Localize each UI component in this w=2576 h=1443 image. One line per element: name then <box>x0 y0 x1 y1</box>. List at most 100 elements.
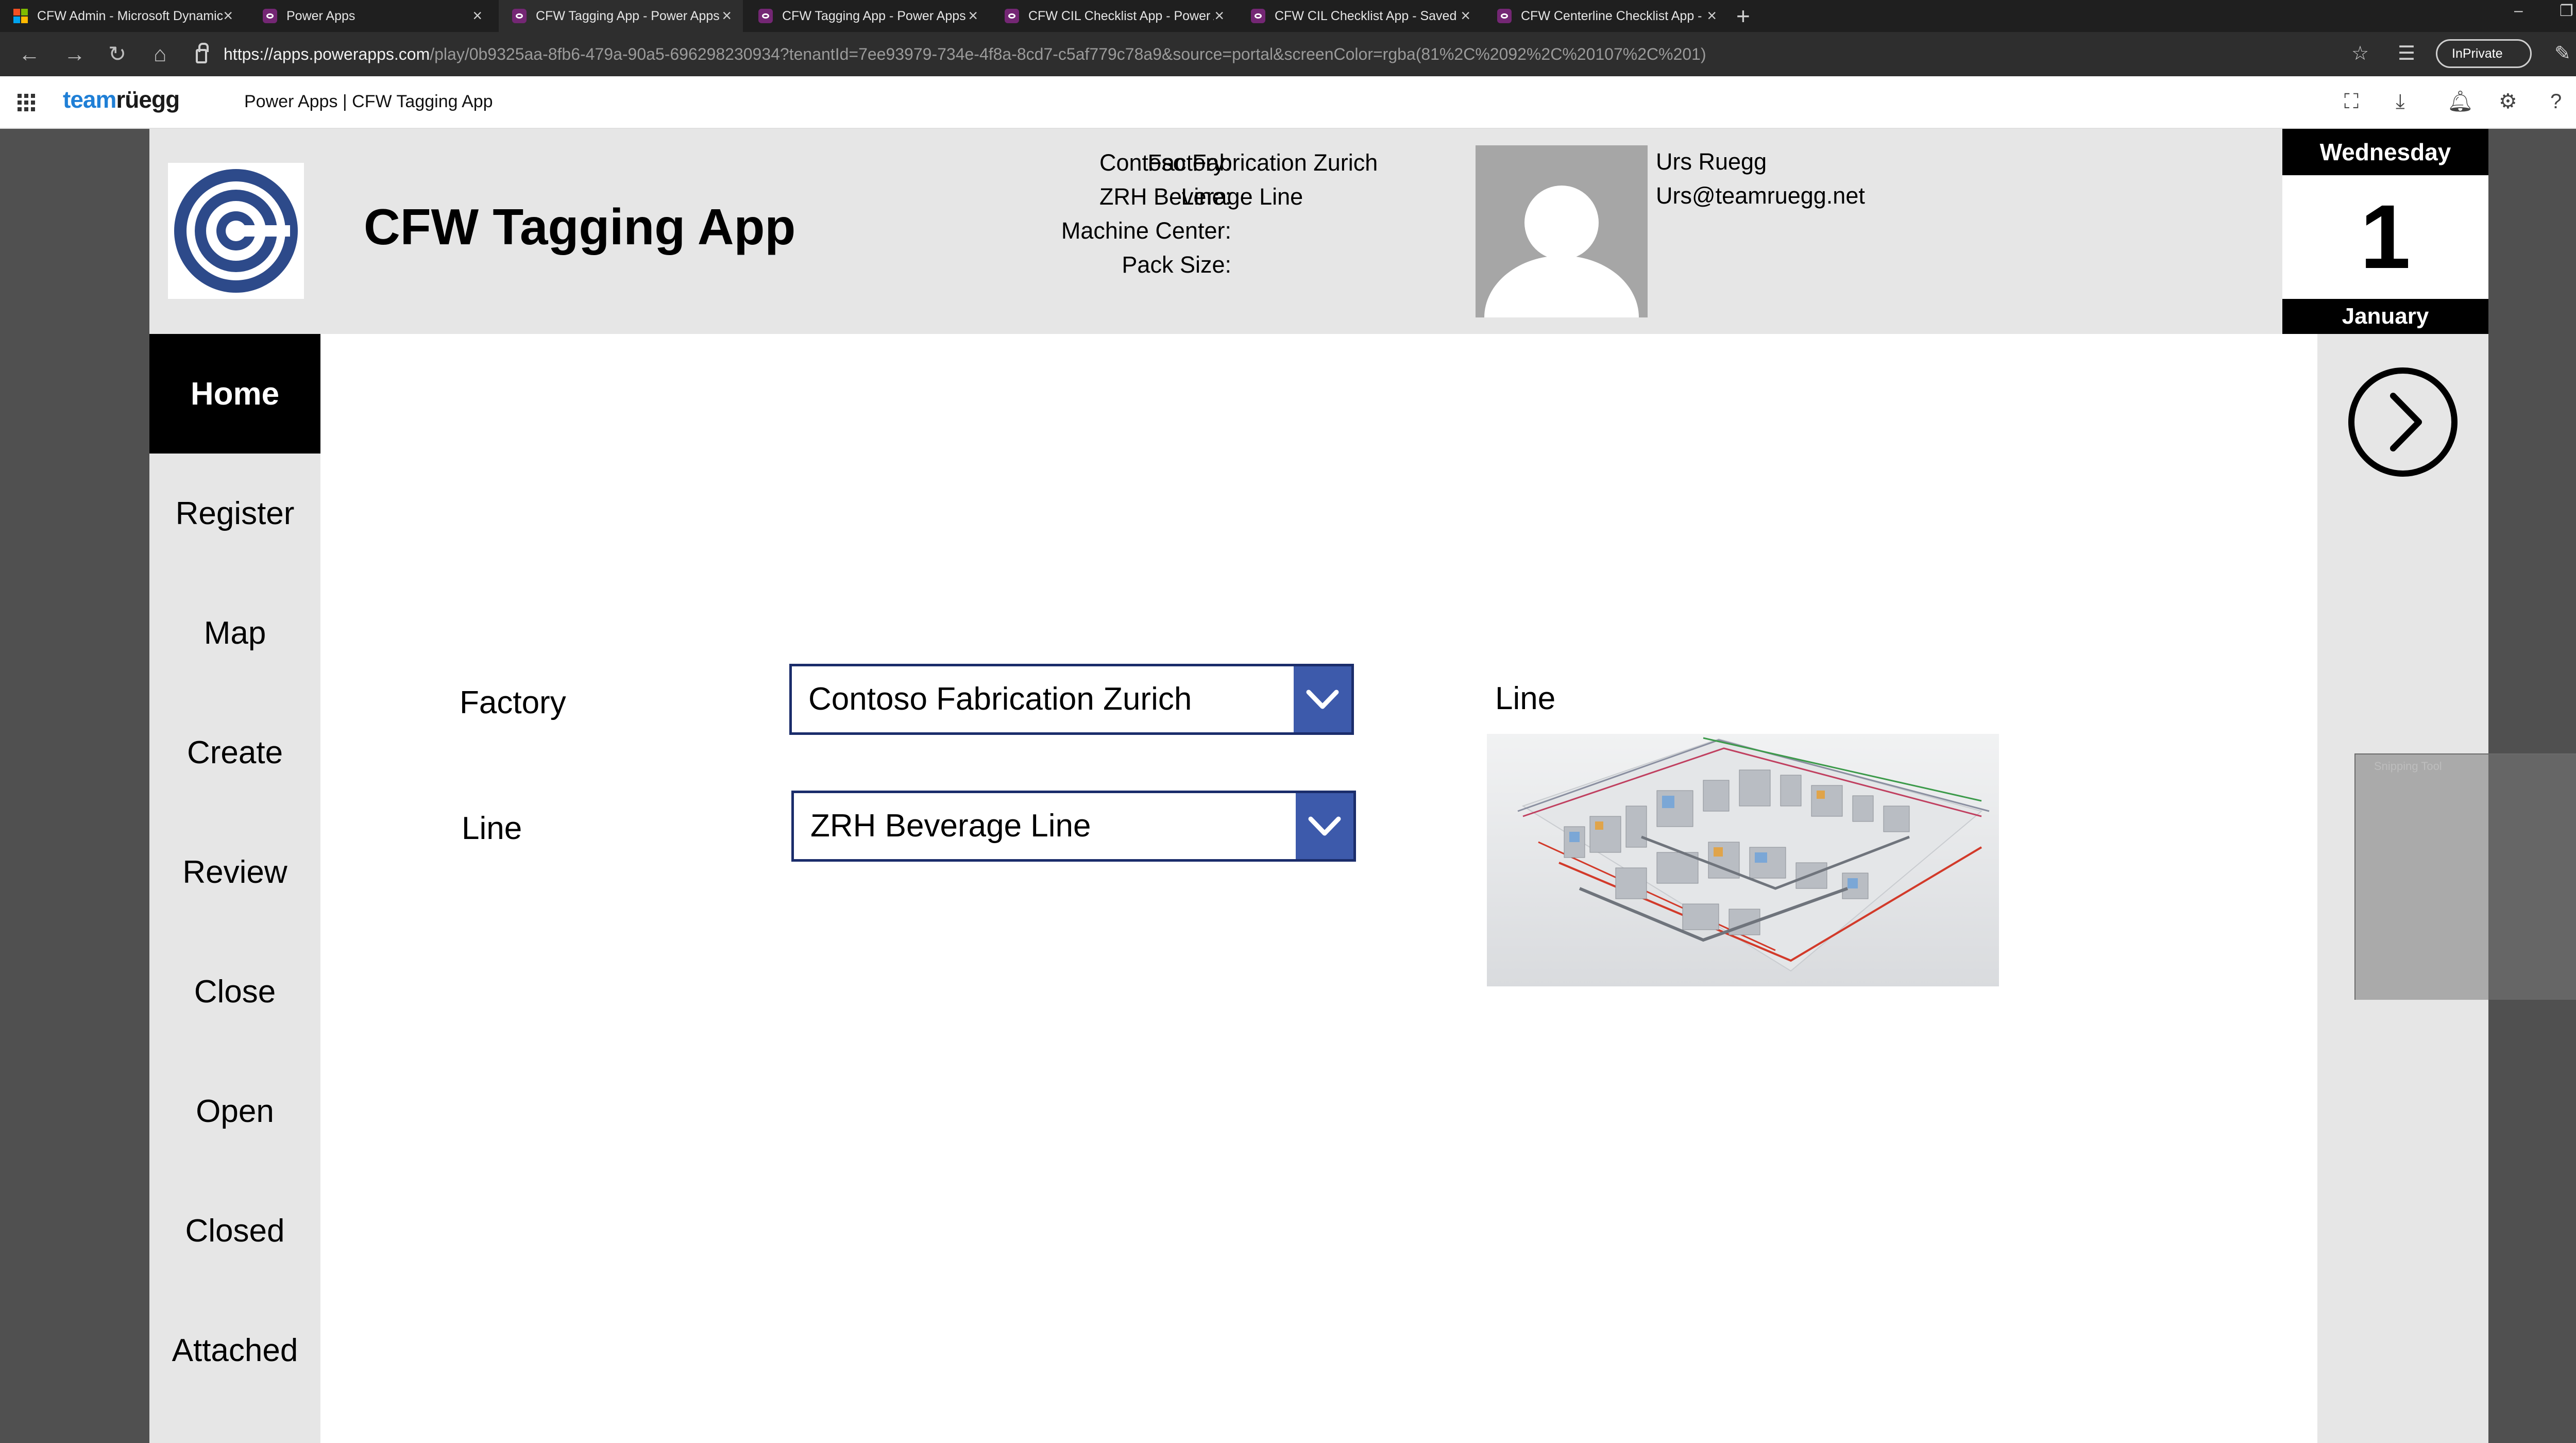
nav-item-home[interactable]: Home <box>149 334 320 454</box>
browser-tab[interactable]: CFW CIL Checklist App - Power Apps × <box>991 0 1235 32</box>
brand-part2: rüegg <box>116 86 180 113</box>
close-icon[interactable]: × <box>472 7 482 24</box>
restore-icon[interactable]: ❐ <box>2560 2 2573 20</box>
breadcrumb: Power Apps | CFW Tagging App <box>244 92 493 111</box>
url-text: https://apps.powerapps.com/play/0b9325aa… <box>224 45 1706 64</box>
snipping-tool-label: Snipping Tool <box>2374 760 2442 773</box>
fit-to-screen-icon[interactable]: ⛶ <box>2344 89 2359 114</box>
close-icon[interactable]: × <box>1461 7 1470 24</box>
next-button[interactable] <box>2347 366 2459 478</box>
browser-tab[interactable]: CFW Admin - Microsoft Dynamics × <box>0 0 244 32</box>
browser-address-bar: ← → ↻ ⌂ https://apps.powerapps.com/play/… <box>0 32 2576 76</box>
notification-bell-icon[interactable]: 🔔︎ <box>2447 89 2473 114</box>
power-apps-icon <box>263 9 277 23</box>
tab-title: CFW Centerline Checklist App - Power App… <box>1521 8 1706 23</box>
line-dropdown[interactable]: ZRH Beverage Line <box>791 791 1356 862</box>
user-profile-image <box>1476 145 1648 317</box>
chevron-down-icon[interactable] <box>1296 793 1353 859</box>
nav-item-register[interactable]: Register <box>149 454 320 573</box>
forward-icon[interactable]: → <box>64 41 86 67</box>
date-weekday: Wednesday <box>2282 129 2488 175</box>
machine-center-info-label: Machine Center: <box>1061 217 1231 244</box>
browser-tab[interactable]: CFW CIL Checklist App - Saved (Unpublish… <box>1238 0 1482 32</box>
tab-title: Power Apps <box>286 8 355 23</box>
refresh-icon[interactable]: ↻ <box>108 41 126 67</box>
browser-tab-bar: CFW Admin - Microsoft Dynamics × Power A… <box>0 0 2576 32</box>
tab-title: CFW CIL Checklist App - Saved (Unpublish… <box>1275 8 1460 23</box>
cfw-logo-icon <box>174 169 298 293</box>
url-field[interactable]: https://apps.powerapps.com/play/0b9325aa… <box>196 39 2308 69</box>
nav-item-open[interactable]: Open <box>149 1051 320 1171</box>
browser-tab[interactable]: CFW Centerline Checklist App - Power App… <box>1484 0 1728 32</box>
date-day: 1 <box>2360 187 2411 288</box>
download-icon[interactable]: ⤓ <box>2396 89 2405 114</box>
tab-title: CFW Tagging App - Power Apps <box>782 8 966 23</box>
close-icon[interactable]: × <box>968 7 978 24</box>
production-line-illustration <box>1487 734 1999 986</box>
tab-title: CFW Admin - Microsoft Dynamics <box>37 8 223 23</box>
home-icon[interactable]: ⌂ <box>154 41 166 67</box>
brand-logo[interactable]: teamrüegg <box>63 86 180 113</box>
lock-icon <box>196 43 209 63</box>
close-icon[interactable]: × <box>1707 7 1717 24</box>
line-image-label: Line <box>1495 681 1556 716</box>
browser-tab-active[interactable]: CFW Tagging App - Power Apps × <box>499 0 743 32</box>
factory-info-value: Contoso Fabrication Zurich <box>1099 149 1378 176</box>
power-apps-icon <box>1251 9 1265 23</box>
nav-item-close[interactable]: Close <box>149 932 320 1051</box>
snipping-tool-overlay[interactable]: Snipping Tool <box>2354 753 2576 1000</box>
back-icon[interactable]: ← <box>19 41 40 67</box>
nav-item-map[interactable]: Map <box>149 573 320 693</box>
app-header: CFW Tagging App Factory: Contoso Fabrica… <box>149 129 2488 334</box>
line-dropdown-value: ZRH Beverage Line <box>810 808 1091 844</box>
pack-size-info-label: Pack Size: <box>1122 251 1231 278</box>
settings-gear-icon[interactable]: ⚙ <box>2499 89 2517 114</box>
power-apps-icon <box>758 9 773 23</box>
chevron-right-circle-icon <box>2348 367 2458 477</box>
factory-dropdown-value: Contoso Fabrication Zurich <box>808 681 1192 717</box>
inprivate-badge[interactable]: InPrivate <box>2436 39 2532 68</box>
browser-tab[interactable]: Power Apps × <box>249 0 494 32</box>
factory-label: Factory <box>460 685 566 720</box>
favorite-star-icon[interactable]: ☆ <box>2351 41 2369 66</box>
person-icon <box>1476 145 1648 317</box>
help-icon[interactable]: ? <box>2550 89 2562 114</box>
browser-tab[interactable]: CFW Tagging App - Power Apps × <box>745 0 989 32</box>
power-apps-icon <box>1497 9 1512 23</box>
factory-dropdown[interactable]: Contoso Fabrication Zurich <box>789 664 1354 735</box>
production-line-image <box>1487 734 1999 986</box>
nav-item-closed[interactable]: Closed <box>149 1171 320 1290</box>
new-tab-icon[interactable]: + <box>1736 3 1750 29</box>
app-logo <box>168 163 304 299</box>
app-launcher-icon[interactable] <box>18 94 35 111</box>
inprivate-label: InPrivate <box>2452 46 2503 61</box>
favorites-icon[interactable]: ☰ <box>2398 41 2415 66</box>
page-title: CFW Tagging App <box>364 198 796 255</box>
power-apps-icon <box>512 9 527 23</box>
chevron-down-icon[interactable] <box>1294 666 1351 732</box>
date-tile: Wednesday 1 January <box>2282 129 2488 334</box>
close-icon[interactable]: × <box>1214 7 1224 24</box>
dynamics-icon <box>13 9 28 23</box>
tab-title: CFW Tagging App - Power Apps <box>536 8 720 23</box>
url-path: /play/0b9325aa-8fb6-479a-90a5-6962982309… <box>430 44 1706 63</box>
power-apps-header: teamrüegg Power Apps | CFW Tagging App ⛶… <box>0 76 2576 129</box>
line-label: Line <box>462 811 522 846</box>
feedback-icon[interactable]: ✎ <box>2554 41 2571 66</box>
user-name: Urs Ruegg <box>1656 148 1767 175</box>
line-info-value: ZRH Beverage Line <box>1099 183 1303 210</box>
app-canvas: CFW Tagging App Factory: Contoso Fabrica… <box>149 129 2488 1443</box>
tab-title: CFW CIL Checklist App - Power Apps <box>1028 8 1214 23</box>
sidebar-nav: Home Register Map Create Review Close Op… <box>149 334 320 1443</box>
minimize-icon[interactable]: – <box>2514 2 2523 20</box>
user-email: Urs@teamruegg.net <box>1656 182 1865 209</box>
close-icon[interactable]: × <box>722 7 732 24</box>
close-icon[interactable]: × <box>223 7 233 24</box>
nav-item-attached[interactable]: Attached <box>149 1290 320 1410</box>
date-month: January <box>2282 299 2488 334</box>
nav-item-create[interactable]: Create <box>149 693 320 812</box>
url-host: https://apps.powerapps.com <box>224 44 430 63</box>
brand-part1: team <box>63 86 116 113</box>
power-apps-icon <box>1005 9 1019 23</box>
nav-item-review[interactable]: Review <box>149 812 320 932</box>
